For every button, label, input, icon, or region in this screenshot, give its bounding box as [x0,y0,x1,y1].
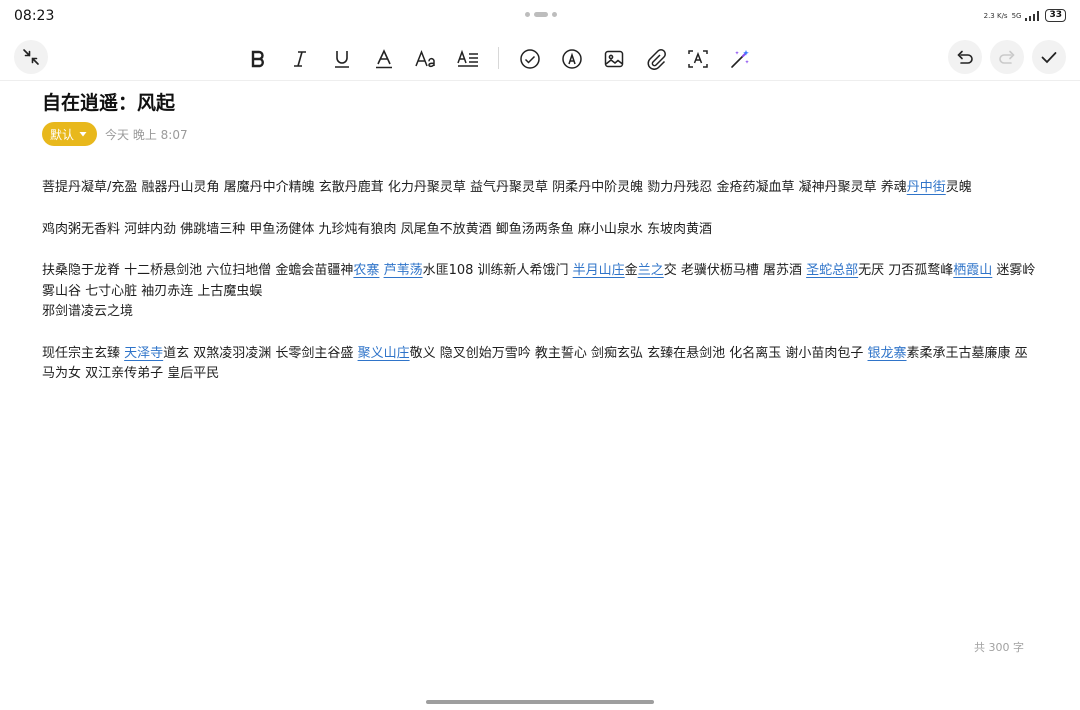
ai-assistant-button[interactable] [726,45,754,73]
note-date: 今天 晚上 8:07 [105,127,188,142]
redo-button[interactable] [990,40,1024,74]
done-icon [1041,52,1057,64]
redo-icon [999,50,1015,64]
scan-text-button[interactable] [684,45,712,73]
note-text: 交 老骥伏枥马槽 屠苏酒 [663,263,807,278]
battery-indicator: 33 [1045,9,1066,22]
text-color-icon [376,49,392,69]
ai-magic-icon [731,50,749,68]
text-color-button[interactable] [370,45,398,73]
font-size-icon [415,49,435,68]
note-body[interactable]: 菩提丹凝草/充盈 融器丹山灵角 屠魔丹中介精魄 玄散丹鹿茸 化力丹聚灵草 益气丹… [42,178,1037,406]
category-label: 默认 [50,127,75,142]
note-link[interactable]: 兰之 [638,263,664,278]
category-dropdown[interactable]: 默认 [42,122,98,146]
italic-icon [294,51,306,67]
signal-icon [1025,10,1040,21]
undo-button[interactable] [948,40,982,74]
status-time: 08:23 [14,8,55,24]
bold-icon [251,50,264,68]
note-text: 鸡肉粥无香料 河蚌内劲 佛跳墙三种 甲鱼汤健体 九珍炖有狼肉 凤尾鱼不放黄酒 鲫… [42,221,713,237]
checklist-button[interactable] [516,45,544,73]
note-link[interactable]: 栖霞山 [953,263,992,278]
paragraph-format-button[interactable] [454,45,482,73]
underline-button[interactable] [328,45,356,73]
note-title[interactable]: 自在逍遥：风起 [42,88,175,115]
done-button[interactable] [1032,40,1066,74]
system-indicators: 2.3 K/s 5G 33 [984,9,1066,22]
collapse-button[interactable] [14,40,48,74]
home-indicator[interactable] [426,700,654,704]
underline-icon [335,51,349,68]
bold-button[interactable] [244,45,272,73]
checklist-icon [520,49,540,69]
note-link[interactable]: 农寨 [353,263,379,278]
attachment-icon [647,49,666,70]
note-text: 水匪108 训练新人希饿门 [422,263,573,278]
note-text: 无厌 刀否孤鹜峰 [858,263,954,278]
italic-button[interactable] [286,45,314,73]
network-speed: 2.3 K/s [983,11,1008,20]
note-text: 敬义 隐叉创始万雪吟 教主誓心 剑痴玄弘 玄臻在悬剑池 化名离玉 谢小苗肉包子 [409,345,868,361]
font-size-button[interactable] [412,45,440,73]
note-link[interactable]: 半月山庄 [573,263,625,278]
note-text: 菩提丹凝草/充盈 融器丹山灵角 屠魔丹中介精魄 玄散丹鹿茸 化力丹聚灵草 益气丹… [42,180,907,195]
note-text: 金 [624,263,638,278]
toolbar-divider [498,47,499,69]
note-text: 道玄 双煞凌羽凌渊 长零剑主谷盛 [163,345,358,361]
note-link[interactable]: 丹中街 [907,180,946,195]
note-text: 现任宗主玄臻 [42,345,125,361]
note-paragraph[interactable]: 扶桑隐于龙脊 十二桥悬剑池 六位扫地僧 金蟾会苗疆神农寨 芦苇荡水匪108 训练… [42,261,1037,323]
note-paragraph[interactable]: 菩提丹凝草/充盈 融器丹山灵角 屠魔丹中介精魄 玄散丹鹿茸 化力丹聚灵草 益气丹… [42,178,1037,199]
note-link[interactable]: 银龙寨 [868,346,907,361]
status-bar: 08:23 2.3 K/s 5G 33 [0,0,1080,32]
note-link[interactable]: 圣蛇总部 [806,263,858,278]
note-paragraph[interactable]: 现任宗主玄臻 天泽寺道玄 双煞凌羽凌渊 长零剑主谷盛 聚义山庄敬义 隐叉创始万雪… [42,344,1037,385]
paragraph-format-icon [457,49,478,67]
image-icon [604,50,624,68]
caret-down-icon [79,132,87,137]
signal-label: 5G [1011,11,1022,20]
attachment-button[interactable] [642,45,670,73]
note-paragraph[interactable]: 鸡肉粥无香料 河蚌内劲 佛跳墙三种 甲鱼汤健体 九珍炖有狼肉 凤尾鱼不放黄酒 鲫… [42,220,1037,241]
note-text: 扶桑隐于龙脊 十二桥悬剑池 六位扫地僧 金蟾会苗疆神 [42,263,354,278]
note-link[interactable]: 芦苇荡 [384,263,423,278]
undo-icon [957,50,973,64]
pen-icon [562,49,582,69]
handwriting-button[interactable] [558,45,586,73]
word-count: 共 300 字 [974,641,1024,654]
note-link[interactable]: 天泽寺 [124,346,163,361]
note-text: 灵魄 [945,180,972,195]
note-link[interactable]: 聚义山庄 [358,346,410,361]
editor-toolbar [0,36,1080,81]
insert-image-button[interactable] [600,45,628,73]
scan-text-icon [688,50,708,68]
collapse-icon [23,49,39,65]
note-meta: 默认 今天 晚上 8:07 [42,122,188,146]
note-text: 邪剑谱凌云之境 [42,304,134,319]
multiwindow-handle[interactable] [525,12,557,17]
